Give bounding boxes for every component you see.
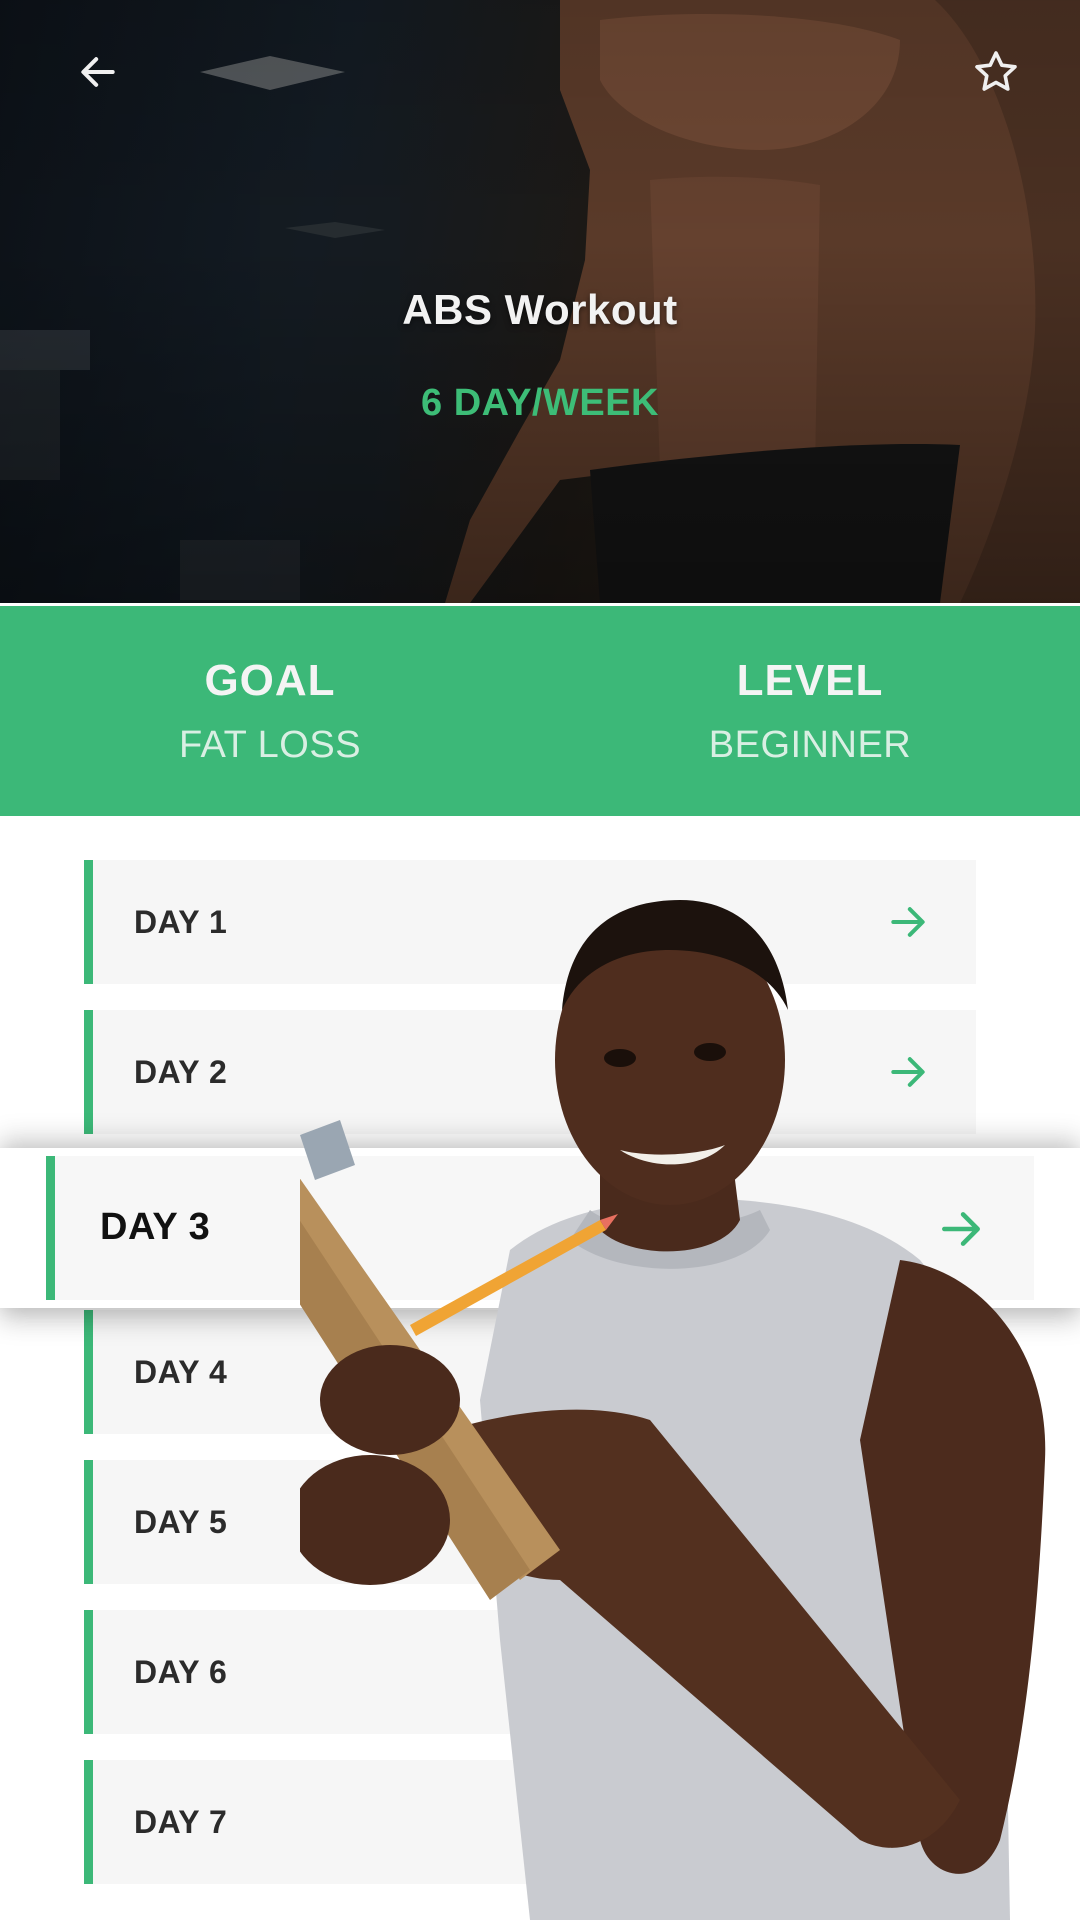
arrow-right-icon — [891, 1057, 925, 1087]
day-label: DAY 1 — [134, 903, 228, 940]
day-label: DAY 5 — [134, 1503, 228, 1540]
day-item-4[interactable]: DAY 4 — [84, 1310, 976, 1434]
arrow-right-icon — [891, 907, 925, 937]
day-label: DAY 6 — [134, 1653, 228, 1690]
day-label: DAY 7 — [134, 1803, 228, 1840]
day-item-7[interactable]: DAY 7 — [84, 1760, 976, 1884]
day-item-1[interactable]: DAY 1 — [84, 860, 976, 984]
arrow-right-icon — [942, 1212, 980, 1246]
day-item-2[interactable]: DAY 2 — [84, 1010, 976, 1134]
day-item-6[interactable]: DAY 6 — [84, 1610, 976, 1734]
day-list: DAY 1 DAY 2 DAY 4 DAY 5 DAY 6 DAY 7 DAY … — [0, 0, 1080, 1920]
day-label: DAY 4 — [134, 1353, 228, 1390]
highlighted-day-card: DAY 3 — [0, 1148, 1080, 1308]
day-item-5[interactable]: DAY 5 — [84, 1460, 976, 1584]
day-item-3[interactable]: DAY 3 — [46, 1156, 1034, 1300]
day-label: DAY 2 — [134, 1053, 228, 1090]
day-label: DAY 3 — [100, 1206, 211, 1248]
